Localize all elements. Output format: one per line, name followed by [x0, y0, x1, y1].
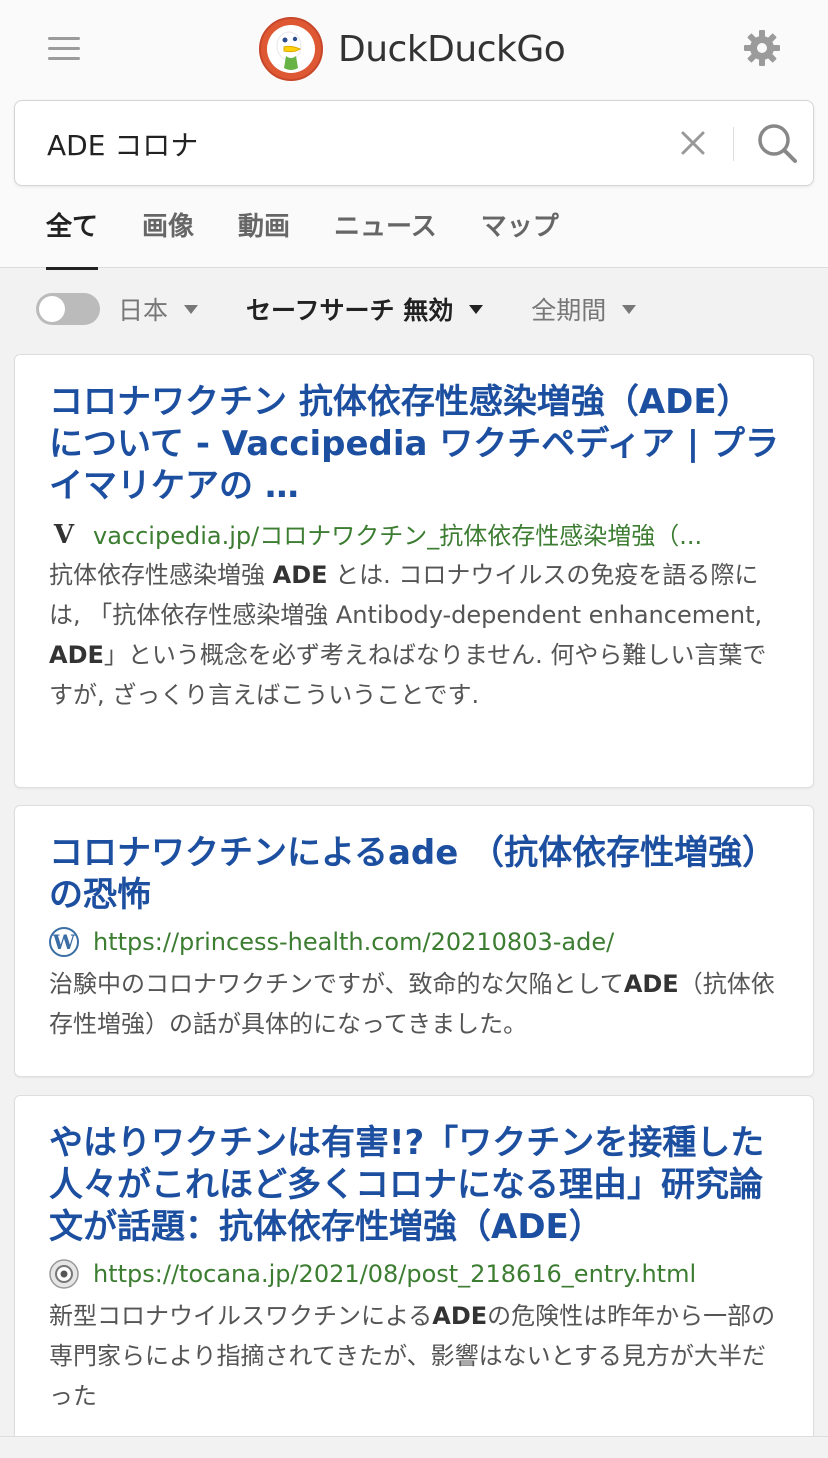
- tab-maps[interactable]: マップ: [481, 206, 559, 270]
- region-label: 日本: [118, 296, 169, 325]
- tab-all[interactable]: 全て: [46, 206, 99, 270]
- duck-logo-icon: [259, 17, 323, 81]
- hamburger-menu-icon[interactable]: [48, 36, 82, 62]
- caret-down-icon: [622, 304, 637, 314]
- result-url-row: V vaccipedia.jp/コロナワクチン_抗体依存性感染増強（...: [49, 515, 779, 551]
- snippet-text: 抗体依存性感染増強: [49, 561, 273, 589]
- safesearch-filter[interactable]: セーフサーチ 無効: [246, 291, 484, 327]
- result-url[interactable]: https://princess-health.com/20210803-ade…: [93, 928, 614, 956]
- result-card: コロナワクチン 抗体依存性感染増強（ADE）について - Vaccipedia …: [14, 354, 814, 788]
- snippet-text: 治験中のコロナワクチンですが、致命的な欠陥として: [49, 970, 624, 998]
- result-title[interactable]: やはりワクチンは有害!?「ワクチンを接種した人々がこれほど多くコロナになる理由」…: [49, 1122, 779, 1248]
- search-tabs: 全て 画像 動画 ニュース マップ: [46, 206, 603, 270]
- result-url[interactable]: https://tocana.jp/2021/08/post_218616_en…: [93, 1260, 696, 1288]
- svg-text:W: W: [52, 930, 76, 954]
- safesearch-label: セーフサーチ 無効: [246, 296, 454, 325]
- logo[interactable]: DuckDuckGo: [258, 16, 566, 82]
- result-card: コロナワクチンによるade （抗体依存性増強）の恐怖 W https://pri…: [14, 805, 814, 1077]
- snippet-text: 新型コロナウイルスワクチンによる: [49, 1302, 433, 1330]
- snippet-text: 」という概念を必ず考えねばなりません. 何やら難しい言葉ですが, ざっくり言えば…: [49, 641, 767, 709]
- vaccipedia-favicon-icon: V: [53, 520, 75, 548]
- search-icon[interactable]: [755, 121, 799, 165]
- snippet-highlight: ADE: [623, 970, 679, 998]
- tab-images[interactable]: 画像: [142, 206, 194, 270]
- result-url[interactable]: vaccipedia.jp/コロナワクチン_抗体依存性感染増強（...: [93, 516, 702, 551]
- snippet-highlight: ADE: [432, 1302, 488, 1330]
- time-filter[interactable]: 全期間: [531, 291, 637, 327]
- header: DuckDuckGo 全て 画像 動画 ニュース マップ: [0, 0, 828, 270]
- snippet-highlight: ADE: [49, 641, 104, 669]
- result-card: やはりワクチンは有害!?「ワクチンを接種した人々がこれほど多くコロナになる理由」…: [14, 1095, 814, 1455]
- result-title[interactable]: コロナワクチン 抗体依存性感染増強（ADE）について - Vaccipedia …: [49, 381, 779, 507]
- result-url-row: https://tocana.jp/2021/08/post_218616_en…: [49, 1256, 779, 1292]
- wordpress-favicon-icon: W: [49, 927, 79, 957]
- gear-icon[interactable]: [742, 28, 782, 68]
- caret-down-icon: [184, 304, 199, 314]
- search-box: [14, 100, 814, 186]
- result-title[interactable]: コロナワクチンによるade （抗体依存性増強）の恐怖: [49, 832, 779, 916]
- result-snippet: 治験中のコロナワクチンですが、致命的な欠陥としてADE（抗体依存性増強）の話が具…: [49, 964, 779, 1044]
- clear-icon[interactable]: [675, 125, 711, 161]
- tab-videos[interactable]: 動画: [238, 206, 290, 270]
- result-url-row: W https://princess-health.com/20210803-a…: [49, 924, 779, 960]
- search-divider: [733, 127, 734, 161]
- result-snippet: 新型コロナウイルスワクチンによるADEの危険性は昨年から一部の専門家らにより指摘…: [49, 1296, 779, 1416]
- tab-news[interactable]: ニュース: [334, 206, 437, 270]
- filter-bar: 日本 セーフサーチ 無効 全期間: [36, 286, 796, 332]
- region-filter[interactable]: 日本: [118, 291, 199, 327]
- snippet-highlight: ADE: [272, 561, 328, 589]
- result-snippet: 抗体依存性感染増強 ADE とは. コロナウイルスの免疫を語る際には, 「抗体依…: [49, 555, 779, 715]
- svg-text:V: V: [53, 520, 75, 548]
- tocana-favicon-icon: [49, 1259, 79, 1289]
- region-toggle[interactable]: [36, 293, 100, 325]
- search-input[interactable]: [45, 121, 645, 167]
- toggle-knob: [39, 296, 65, 322]
- brand-name: DuckDuckGo: [338, 28, 566, 70]
- bottom-bar: [0, 1436, 828, 1458]
- caret-down-icon: [469, 304, 484, 314]
- time-label: 全期間: [531, 296, 607, 325]
